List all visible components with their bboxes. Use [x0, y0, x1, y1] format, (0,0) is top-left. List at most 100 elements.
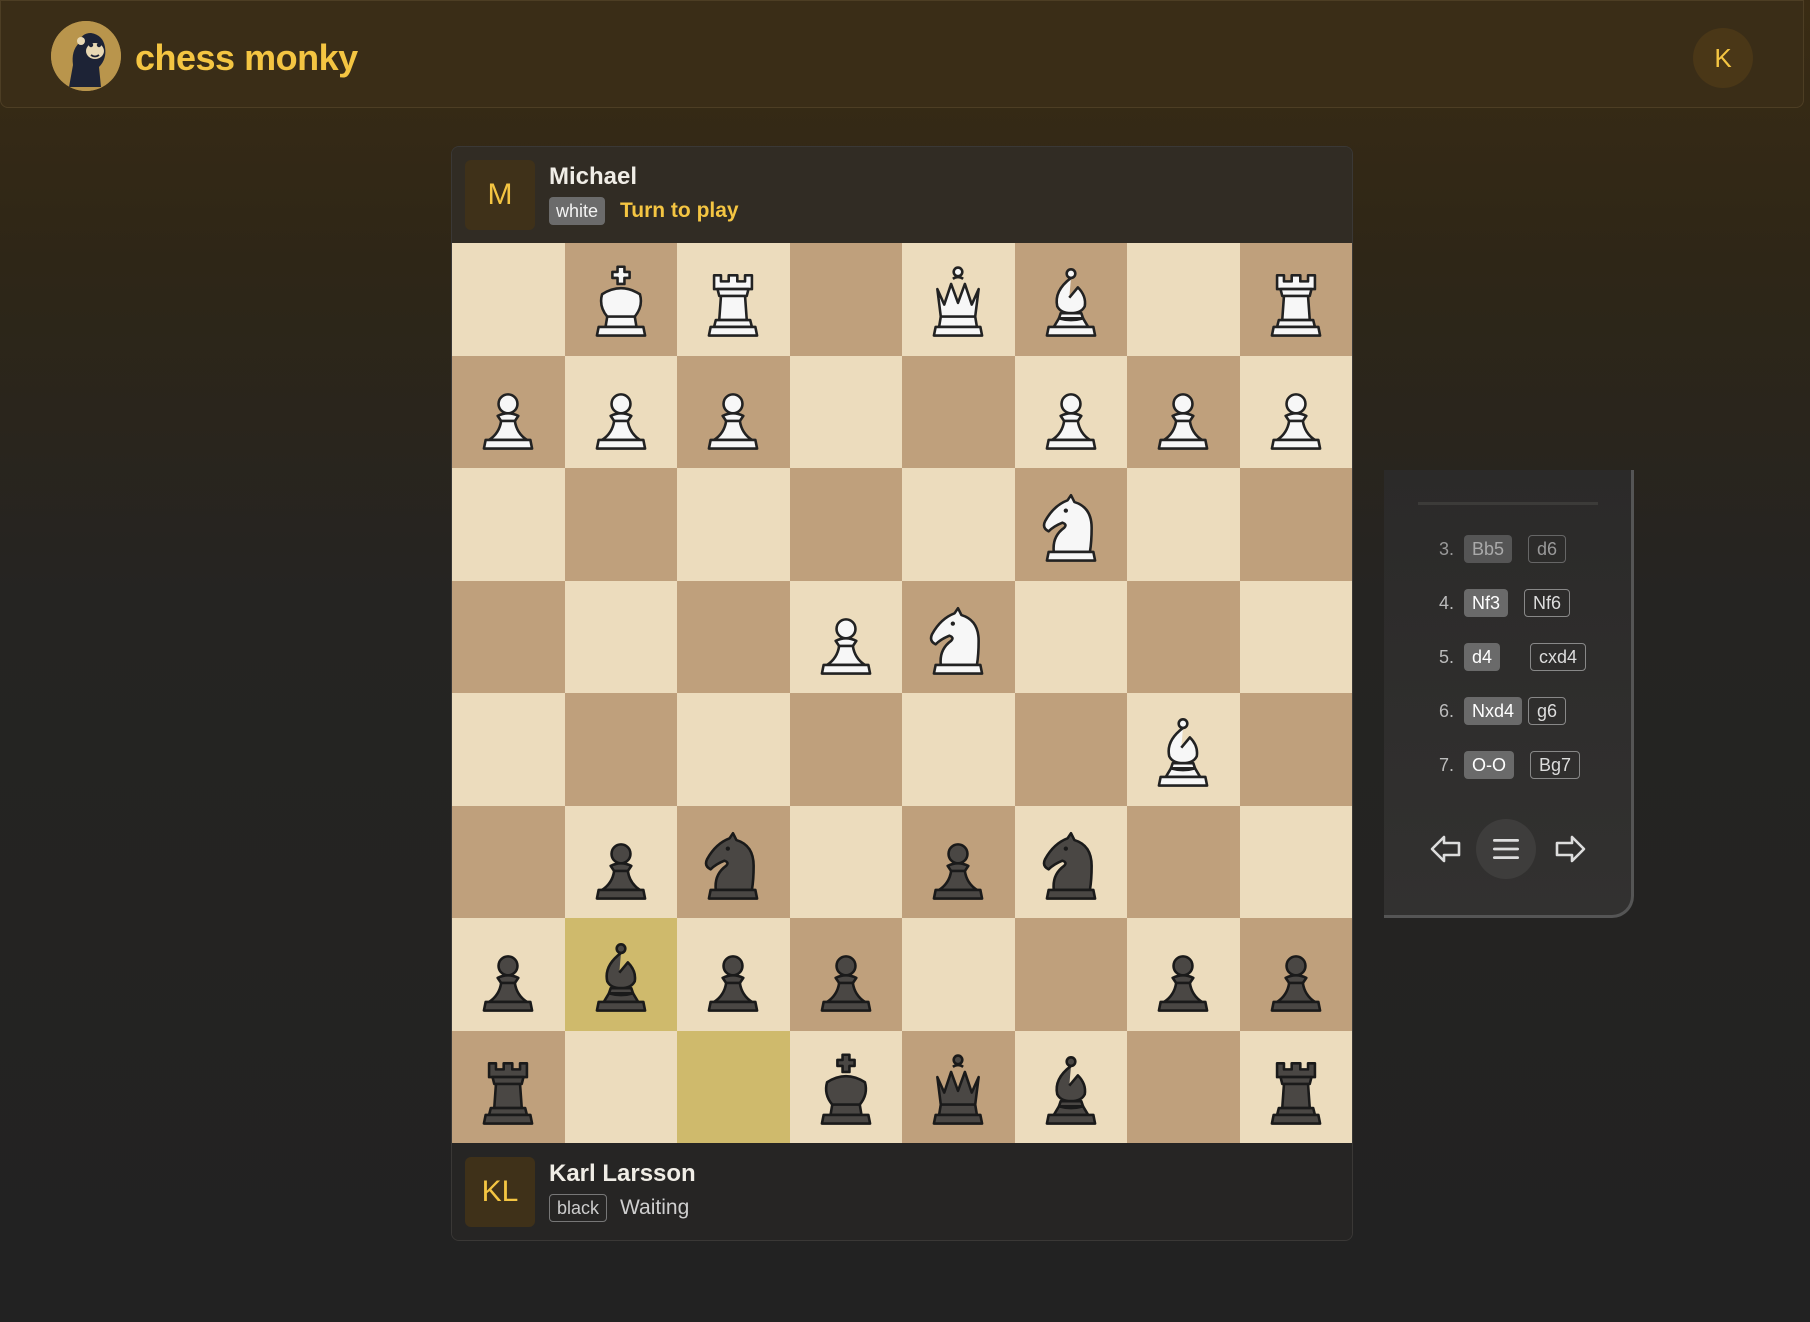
board-square[interactable] [1127, 918, 1240, 1031]
board-square[interactable] [1014, 1030, 1127, 1143]
white-pawn-icon[interactable] [690, 372, 776, 458]
black-king-icon[interactable] [803, 1047, 889, 1133]
black-rook-icon[interactable] [465, 1047, 551, 1133]
board-square[interactable] [1239, 1030, 1352, 1143]
board-square[interactable] [902, 243, 1015, 356]
board-square[interactable] [1127, 355, 1240, 468]
black-pawn-icon[interactable] [1140, 934, 1226, 1020]
board-square[interactable] [452, 580, 565, 693]
white-move[interactable]: Nxd4 [1464, 697, 1523, 725]
black-pawn-icon[interactable] [690, 934, 776, 1020]
black-knight-icon[interactable] [690, 822, 776, 908]
board-square[interactable] [789, 468, 902, 581]
board-square[interactable] [677, 580, 790, 693]
white-knight-icon[interactable] [1028, 484, 1114, 570]
board-square[interactable] [902, 805, 1015, 918]
white-move[interactable]: Nf3 [1464, 589, 1509, 617]
board-square[interactable] [1014, 468, 1127, 581]
board-square[interactable] [902, 355, 1015, 468]
black-move[interactable]: Bg7 [1530, 751, 1581, 779]
board-square[interactable] [902, 918, 1015, 1031]
board-square[interactable] [1014, 580, 1127, 693]
board-square[interactable] [452, 693, 565, 806]
board-square[interactable] [452, 355, 565, 468]
white-bishop-icon[interactable] [1028, 259, 1114, 345]
board-square[interactable] [1014, 355, 1127, 468]
move-menu-button[interactable] [1476, 819, 1536, 879]
next-move-button[interactable] [1540, 819, 1600, 879]
user-avatar[interactable]: K [1693, 28, 1753, 88]
black-pawn-icon[interactable] [915, 822, 1001, 908]
monkey-knight-logo[interactable] [51, 21, 121, 91]
board-square[interactable] [902, 693, 1015, 806]
board-square[interactable] [1014, 243, 1127, 356]
board-square[interactable] [789, 1030, 902, 1143]
brand-name[interactable]: chess monky [135, 37, 358, 79]
white-pawn-icon[interactable] [465, 372, 551, 458]
board-square[interactable] [564, 1030, 677, 1143]
white-queen-icon[interactable] [915, 259, 1001, 345]
board-square[interactable] [452, 805, 565, 918]
board-square[interactable] [452, 918, 565, 1031]
black-rook-icon[interactable] [1253, 1047, 1339, 1133]
board-square[interactable] [1127, 1030, 1240, 1143]
white-rook-icon[interactable] [1253, 259, 1339, 345]
black-move[interactable]: Nf6 [1524, 589, 1571, 617]
board-square[interactable] [1239, 580, 1352, 693]
white-move[interactable]: Bb5 [1464, 535, 1513, 563]
board-square[interactable] [1127, 805, 1240, 918]
board-square[interactable] [564, 468, 677, 581]
black-move[interactable]: cxd4 [1530, 643, 1587, 671]
black-bishop-icon[interactable] [1028, 1047, 1114, 1133]
black-queen-icon[interactable] [915, 1047, 1001, 1133]
board-square[interactable] [1239, 243, 1352, 356]
board-square[interactable] [1127, 693, 1240, 806]
board-square[interactable] [677, 805, 790, 918]
board-square[interactable] [1239, 468, 1352, 581]
board-square[interactable] [452, 243, 565, 356]
board-square[interactable] [564, 805, 677, 918]
board-square[interactable] [677, 243, 790, 356]
board-square[interactable] [1239, 918, 1352, 1031]
white-knight-icon[interactable] [915, 597, 1001, 683]
board-square[interactable] [564, 580, 677, 693]
board-square[interactable] [789, 693, 902, 806]
board-square[interactable] [452, 1030, 565, 1143]
board-square[interactable] [902, 1030, 1015, 1143]
board-square[interactable] [564, 918, 677, 1031]
black-pawn-icon[interactable] [578, 822, 664, 908]
board-square[interactable] [564, 243, 677, 356]
board-square[interactable] [677, 355, 790, 468]
black-pawn-icon[interactable] [803, 934, 889, 1020]
board-square[interactable] [677, 693, 790, 806]
board-square[interactable] [902, 468, 1015, 581]
white-bishop-icon[interactable] [1140, 709, 1226, 795]
white-move[interactable]: O-O [1464, 751, 1514, 779]
board-square[interactable] [789, 580, 902, 693]
board-square[interactable] [789, 243, 902, 356]
white-pawn-icon[interactable] [1028, 372, 1114, 458]
board-square[interactable] [1014, 693, 1127, 806]
board-square[interactable] [677, 918, 790, 1031]
board-square[interactable] [1014, 805, 1127, 918]
previous-move-button[interactable] [1416, 819, 1476, 879]
board-square[interactable] [789, 355, 902, 468]
board-square[interactable] [564, 355, 677, 468]
black-move[interactable]: d6 [1528, 535, 1567, 563]
white-move[interactable]: d4 [1464, 643, 1501, 671]
white-pawn-icon[interactable] [1140, 372, 1226, 458]
black-bishop-icon[interactable] [578, 934, 664, 1020]
board-square[interactable] [564, 693, 677, 806]
black-pawn-icon[interactable] [1253, 934, 1339, 1020]
black-pawn-icon[interactable] [465, 934, 551, 1020]
black-move[interactable]: g6 [1528, 697, 1567, 725]
white-king-icon[interactable] [578, 259, 664, 345]
board-square[interactable] [1127, 468, 1240, 581]
white-pawn-icon[interactable] [803, 597, 889, 683]
board-square[interactable] [1239, 805, 1352, 918]
chess-board[interactable] [452, 243, 1352, 1143]
board-square[interactable] [1239, 355, 1352, 468]
black-knight-icon[interactable] [1028, 822, 1114, 908]
board-square[interactable] [1239, 693, 1352, 806]
board-square[interactable] [452, 468, 565, 581]
